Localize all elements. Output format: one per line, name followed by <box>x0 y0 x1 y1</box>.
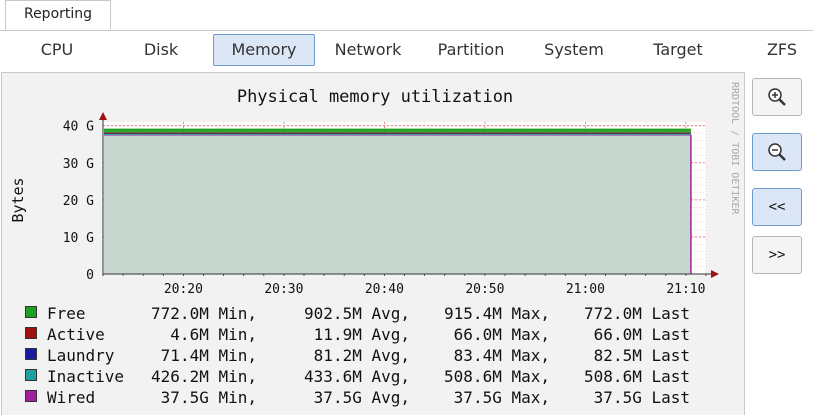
legend-avg: 11.9M Avg, <box>313 325 410 344</box>
x-tick-label: 20:40 <box>365 282 404 297</box>
legend-max: 66.0M Max, <box>453 325 550 344</box>
legend-last: 772.0M Last <box>584 304 690 323</box>
legend-max: 508.6M Max, <box>444 367 550 386</box>
legend-min: 772.0M Min, <box>151 304 257 323</box>
legend-row-active: Active 4.6M Min, 11.9M Avg, 66.0M Max, 66.0M… <box>25 324 725 345</box>
zoom-out-button[interactable] <box>752 133 802 171</box>
legend-avg: 37.5G Avg, <box>313 388 410 407</box>
legend-avg: 902.5M Avg, <box>304 304 410 323</box>
legend-last: 82.5M Last <box>593 346 690 365</box>
legend-swatch <box>25 348 37 360</box>
y-tick-label: 20 G <box>63 194 94 209</box>
forward-button[interactable]: >> <box>752 236 802 274</box>
y-tick-label: 30 G <box>63 157 94 172</box>
legend-name: Laundry <box>47 346 115 365</box>
y-axis-arrow <box>99 112 107 120</box>
legend-row-inactive: Inactive 426.2M Min, 433.6M Avg, 508.6M Max… <box>25 366 725 387</box>
chart-title: Physical memory utilization <box>237 87 513 107</box>
x-tick-label: 20:20 <box>164 282 203 297</box>
legend-name: Wired <box>47 388 96 407</box>
legend-name: Active <box>47 325 105 344</box>
chart-legend: Free 772.0M Min, 902.5M Avg, 915.4M Max, 772… <box>25 303 725 408</box>
legend-name: Inactive <box>47 367 125 386</box>
legend-min: 426.2M Min, <box>151 367 257 386</box>
x-tick-label: 21:10 <box>666 282 705 297</box>
y-tick-label: 0 <box>86 268 94 283</box>
y-tick-label: 40 G <box>63 120 94 135</box>
area-wired <box>104 134 691 274</box>
legend-min: 71.4M Min, <box>160 346 257 365</box>
back-button[interactable]: << <box>752 188 802 226</box>
zoom-in-button[interactable] <box>752 78 802 116</box>
legend-max: 915.4M Max, <box>444 304 550 323</box>
legend-swatch <box>25 390 37 402</box>
legend-max: 37.5G Max, <box>453 388 550 407</box>
legend-swatch <box>25 369 37 381</box>
y-axis-label: Bytes <box>9 177 27 222</box>
zoom-out-icon <box>768 143 786 161</box>
stack-areas <box>104 128 692 274</box>
y-tick-label: 10 G <box>63 231 94 246</box>
x-tick-label: 21:00 <box>566 282 605 297</box>
legend-row-laundry: Laundry 71.4M Min, 81.2M Avg, 83.4M Max, 82.… <box>25 345 725 366</box>
legend-swatch <box>25 306 37 318</box>
x-axis-arrow <box>711 270 719 278</box>
legend-min: 4.6M Min, <box>170 325 257 344</box>
legend-avg: 81.2M Avg, <box>313 346 410 365</box>
y-tick-labels: 0 10 G 20 G 30 G 40 G <box>63 120 94 283</box>
legend-max: 83.4M Max, <box>453 346 550 365</box>
x-tick-labels: 20:20 20:30 20:40 20:50 21:00 21:10 <box>164 282 706 297</box>
legend-swatch <box>25 327 37 339</box>
legend-row-free: Free 772.0M Min, 902.5M Avg, 915.4M Max, 772… <box>25 303 725 324</box>
legend-avg: 433.6M Avg, <box>304 367 410 386</box>
x-tick-label: 20:30 <box>264 282 303 297</box>
legend-min: 37.5G Min, <box>160 388 257 407</box>
legend-last: 66.0M Last <box>593 325 690 344</box>
zoom-in-icon <box>768 88 786 106</box>
area-active <box>104 132 691 134</box>
legend-last: 508.6M Last <box>584 367 690 386</box>
x-tick-label: 20:50 <box>465 282 504 297</box>
rrdtool-watermark: RRDTOOL / TOBI OETIKER <box>729 82 740 215</box>
legend-row-wired: Wired 37.5G Min, 37.5G Avg, 37.5G Max, 37.5G… <box>25 387 725 408</box>
legend-name: Free <box>47 304 86 323</box>
legend-last: 37.5G Last <box>593 388 690 407</box>
